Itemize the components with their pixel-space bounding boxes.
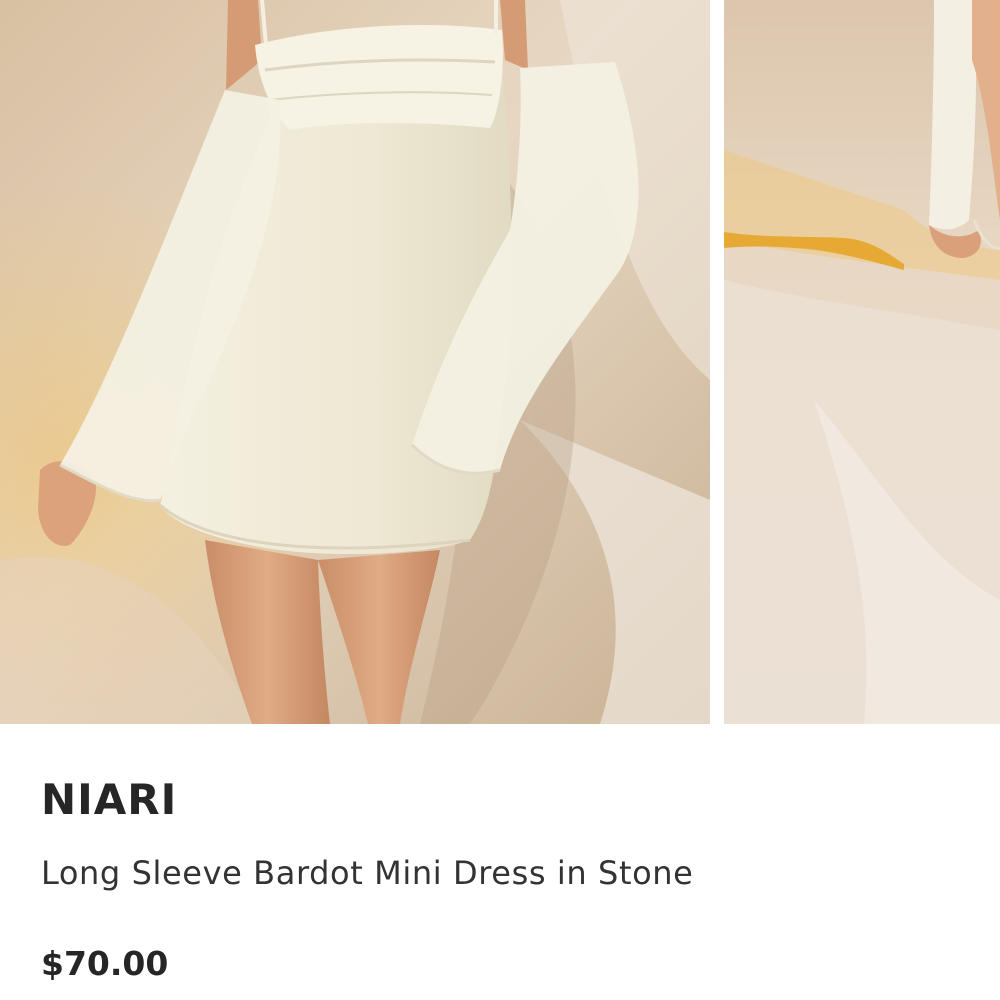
product-image-carousel[interactable] [0, 0, 1000, 724]
product-page: NIARI Long Sleeve Bardot Mini Dress in S… [0, 0, 1000, 1000]
product-photo-main-image [0, 0, 710, 724]
product-brand[interactable]: NIARI [41, 774, 177, 826]
product-photo-main[interactable] [0, 0, 710, 724]
product-photo-next[interactable] [724, 0, 1000, 724]
product-photo-next-image [724, 0, 1000, 724]
product-title: Long Sleeve Bardot Mini Dress in Stone [41, 854, 694, 892]
product-price: $70.00 [41, 944, 169, 983]
